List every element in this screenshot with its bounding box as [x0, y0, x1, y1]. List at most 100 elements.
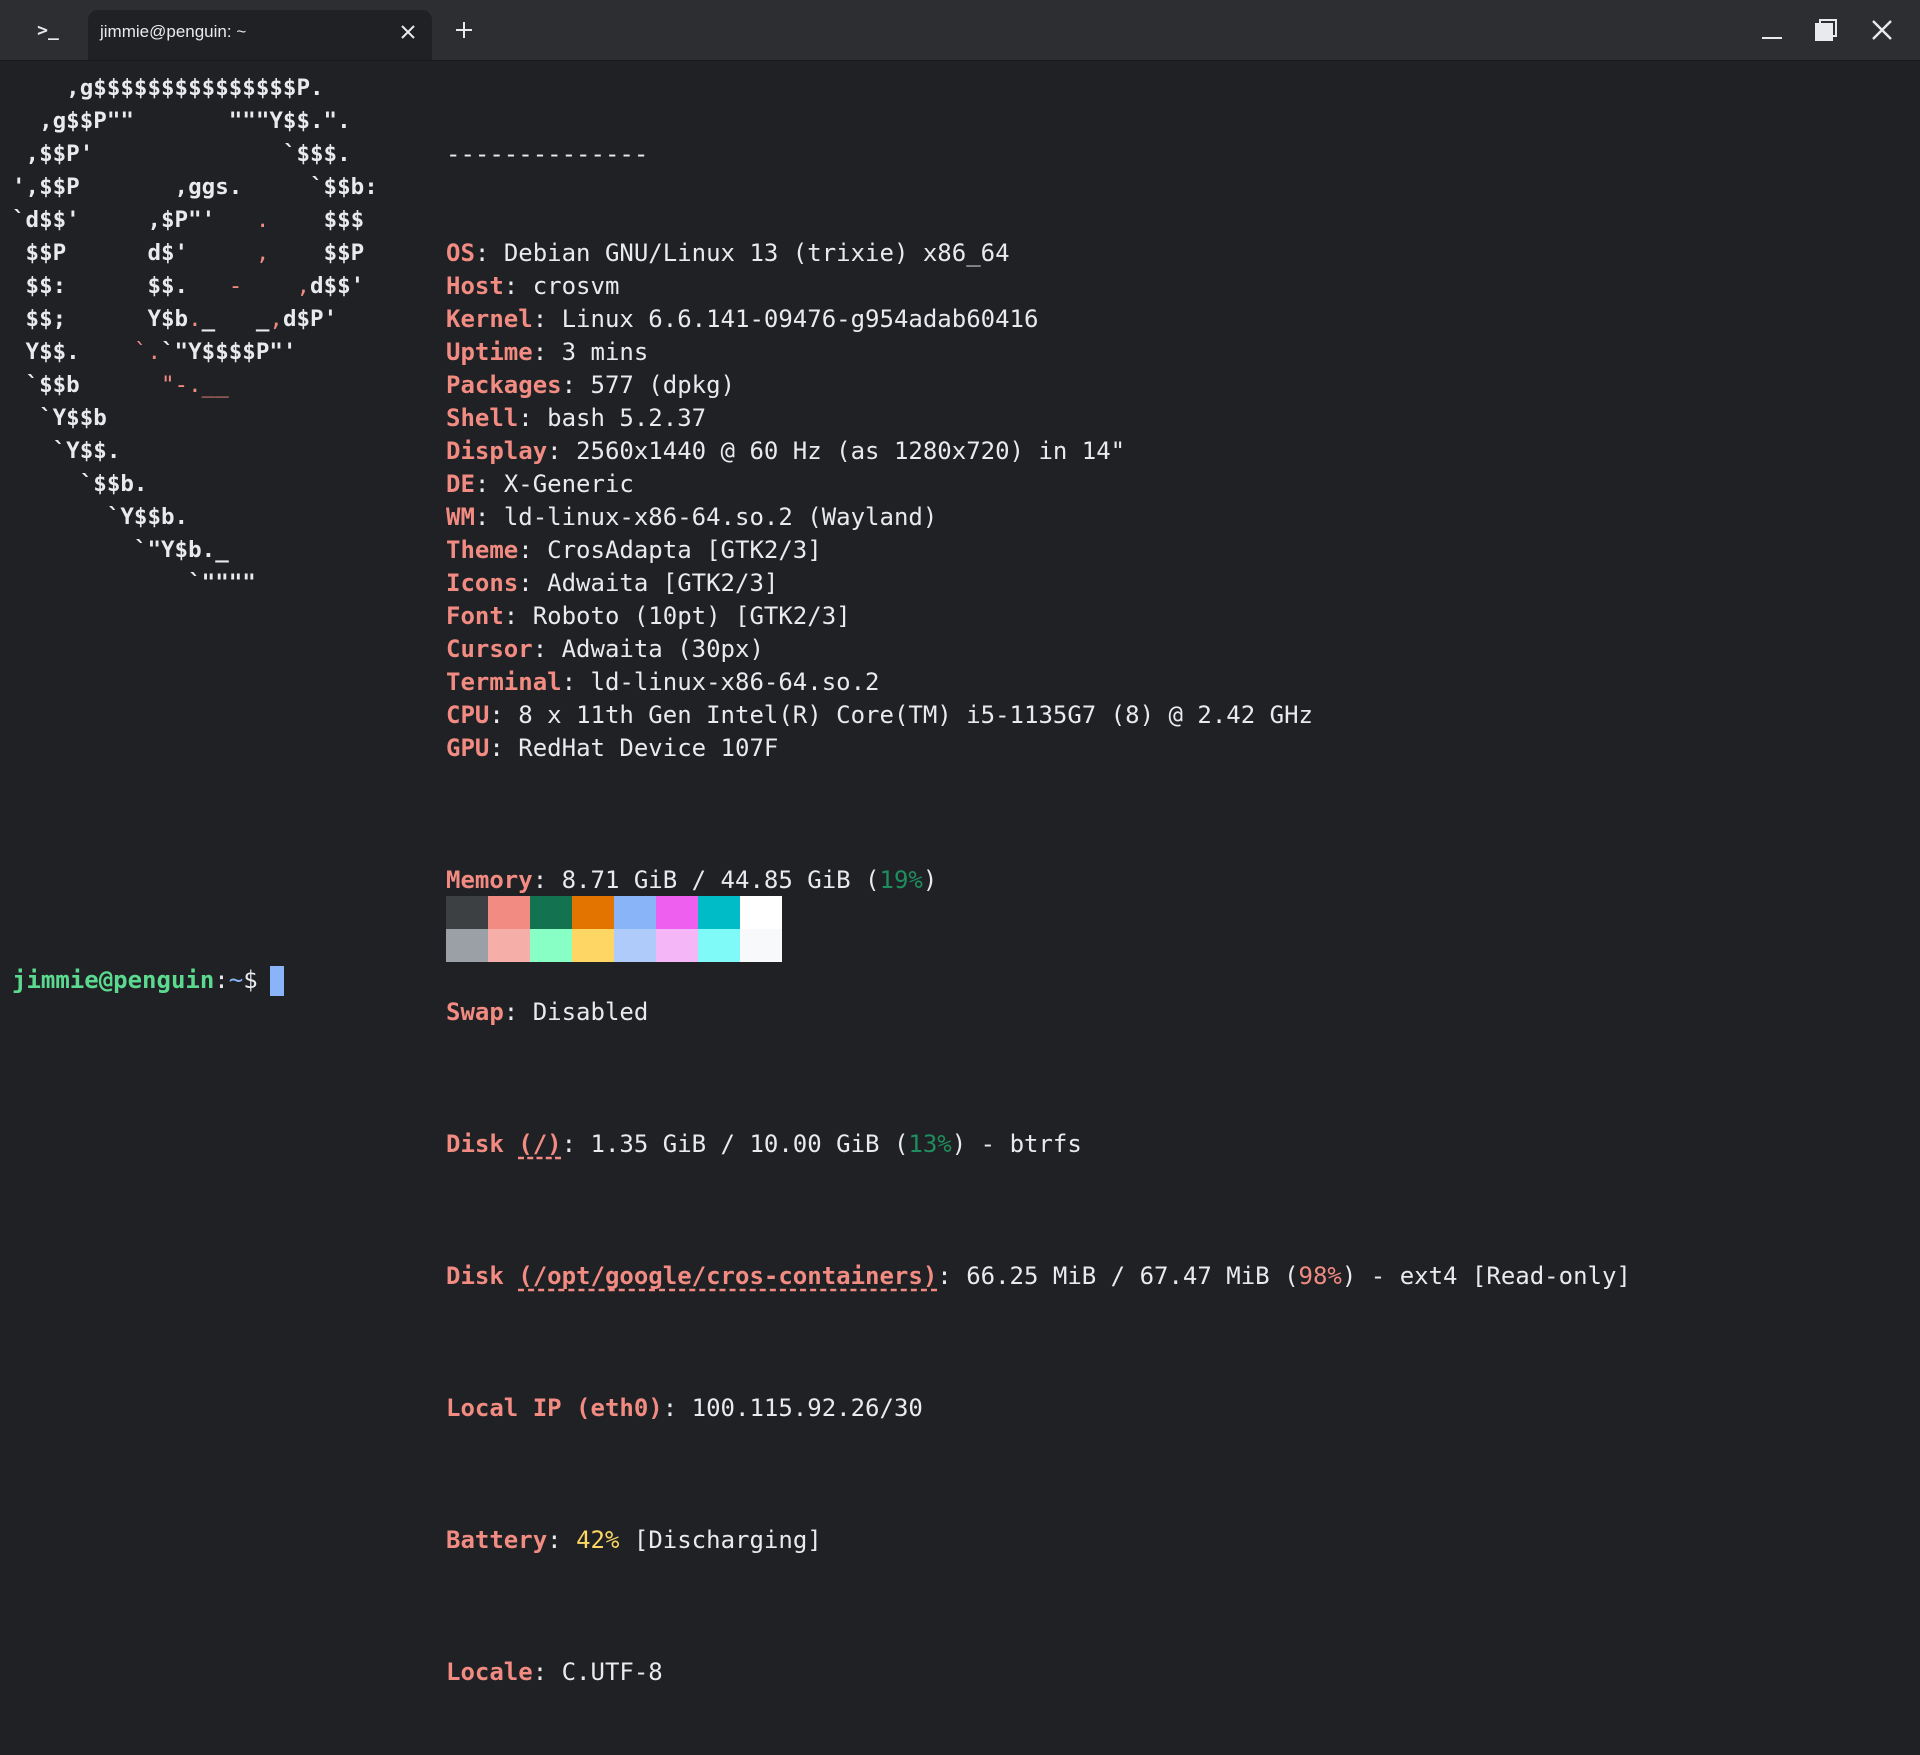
prompt-symbol: $	[243, 966, 258, 994]
logo-line: Y$$. `.`"Y$$$$P"'	[12, 339, 297, 365]
info-row-cursor: Cursor: Adwaita (30px)	[446, 635, 764, 663]
info-label: Uptime	[446, 338, 533, 366]
logo-line: `Y$$b.	[12, 504, 189, 530]
debian-ascii-logo: ,g$$$$$$$$$$$$$$$P. ,g$$P"" """Y$$.". ,$…	[12, 72, 378, 600]
info-row-battery: Battery: 42% [Discharging]	[446, 1526, 822, 1554]
info-row-disk-cros: Disk (/opt/google/cros-containers): 66.2…	[446, 1262, 1631, 1290]
color-swatch	[488, 896, 530, 929]
info-row-memory: Memory: 8.71 GiB / 44.85 GiB (19%)	[446, 866, 938, 894]
info-row-local-ip: Local IP (eth0): 100.115.92.26/30	[446, 1394, 923, 1422]
close-window-icon[interactable]	[1866, 14, 1898, 46]
info-value: crosvm	[532, 272, 620, 300]
info-value: 3 mins	[561, 338, 649, 366]
info-value: ld-linux-x86-64.so.2	[590, 668, 880, 696]
color-swatch	[572, 896, 614, 929]
info-value: ld-linux-x86-64.so.2 (Wayland)	[503, 503, 938, 531]
info-row-wm: WM: ld-linux-x86-64.so.2 (Wayland)	[446, 503, 938, 531]
title-bar: >_ jimmie@penguin: ~	[0, 0, 1920, 61]
info-value: 577 (dpkg)	[590, 371, 736, 399]
info-label: Shell	[446, 404, 519, 432]
info-label: GPU	[446, 734, 490, 762]
info-row-locale: Locale: C.UTF-8	[446, 1658, 663, 1686]
info-row-disk-root: Disk (/): 1.35 GiB / 10.00 GiB (13%) - b…	[446, 1130, 1082, 1158]
logo-line: `$$b.	[12, 471, 148, 497]
info-row-packages: Packages: 577 (dpkg)	[446, 371, 736, 399]
shell-prompt[interactable]: jimmie@penguin:~$	[12, 962, 284, 998]
info-label: Terminal	[446, 668, 562, 696]
terminal-tab[interactable]: jimmie@penguin: ~	[88, 10, 432, 60]
memory-percent: 19%	[879, 866, 923, 894]
info-row-kernel: Kernel: Linux 6.6.141-09476-g954adab6041…	[446, 305, 1039, 333]
info-label: CPU	[446, 701, 490, 729]
new-tab-plus-icon[interactable]	[450, 16, 478, 44]
color-swatch	[698, 896, 740, 929]
color-swatch	[488, 929, 530, 962]
info-label: DE	[446, 470, 475, 498]
battery-percent: 42%	[576, 1526, 620, 1554]
info-row-uptime: Uptime: 3 mins	[446, 338, 649, 366]
minimize-icon[interactable]	[1756, 14, 1788, 46]
color-swatch	[740, 929, 782, 962]
color-swatch	[656, 896, 698, 929]
info-row-cpu: CPU: 8 x 11th Gen Intel(R) Core(TM) i5-1…	[446, 701, 1313, 729]
info-label: WM	[446, 503, 475, 531]
info-row-os: OS: Debian GNU/Linux 13 (trixie) x86_64	[446, 239, 1010, 267]
info-row-de: DE: X-Generic	[446, 470, 634, 498]
color-palette	[446, 896, 782, 962]
disk-root-percent: 13%	[908, 1130, 952, 1158]
logo-line: $$P d$' , $$P	[12, 240, 365, 266]
prompt-path: ~	[228, 966, 244, 994]
info-row-theme: Theme: CrosAdapta [GTK2/3]	[446, 536, 822, 564]
restore-window-icon[interactable]	[1810, 14, 1842, 46]
logo-line: `$$b "-.__	[12, 372, 229, 398]
info-label: Kernel	[446, 305, 533, 333]
info-row-shell: Shell: bash 5.2.37	[446, 404, 707, 432]
logo-line: ',$$P ,ggs. `$$b:	[12, 174, 378, 200]
terminal-app-icon[interactable]: >_	[28, 14, 68, 48]
text-cursor	[269, 966, 284, 996]
info-value: Roboto (10pt) [GTK2/3]	[532, 602, 851, 630]
close-tab-icon[interactable]	[396, 20, 420, 44]
logo-line: ,g$$P"" """Y$$.".	[12, 108, 351, 134]
info-label: OS	[446, 239, 475, 267]
info-value: RedHat Device 107F	[518, 734, 779, 762]
disk-root-mount-link[interactable]: (/)	[518, 1130, 561, 1158]
info-label: Icons	[446, 569, 519, 597]
color-swatch	[656, 929, 698, 962]
color-swatch	[572, 929, 614, 962]
logo-line: $$: $$. - ,d$$'	[12, 273, 365, 299]
color-swatch	[530, 896, 572, 929]
logo-line: ,g$$$$$$$$$$$$$$$P.	[12, 75, 324, 101]
info-row-icons: Icons: Adwaita [GTK2/3]	[446, 569, 779, 597]
info-row-host: Host: crosvm	[446, 272, 620, 300]
info-value: 8 x 11th Gen Intel(R) Core(TM) i5-1135G7…	[518, 701, 1313, 729]
color-swatch	[698, 929, 740, 962]
info-label: Packages	[446, 371, 562, 399]
info-row-swap: Swap: Disabled	[446, 998, 649, 1026]
info-row-terminal: Terminal: ld-linux-x86-64.so.2	[446, 668, 880, 696]
color-swatch	[614, 929, 656, 962]
logo-line: `Y$$b	[12, 405, 107, 431]
info-label: Display	[446, 437, 548, 465]
info-value: Adwaita [GTK2/3]	[547, 569, 779, 597]
color-swatch	[614, 896, 656, 929]
logo-line: `Y$$.	[12, 438, 121, 464]
info-label: Theme	[446, 536, 519, 564]
logo-line: `d$$' ,$P"' . $$$	[12, 207, 365, 233]
info-value: Adwaita (30px)	[561, 635, 764, 663]
info-row-display: Display: 2560x1440 @ 60 Hz (as 1280x720)…	[446, 437, 1126, 465]
info-label: Host	[446, 272, 504, 300]
color-swatch	[446, 896, 488, 929]
info-label: Cursor	[446, 635, 533, 663]
prompt-user-host: jimmie@penguin	[12, 966, 215, 994]
logo-line: `""""	[12, 570, 256, 596]
info-value: 2560x1440 @ 60 Hz (as 1280x720) in 14"	[576, 437, 1126, 465]
terminal-output[interactable]: ,g$$$$$$$$$$$$$$$P. ,g$$P"" """Y$$.". ,$…	[0, 60, 1920, 1686]
info-value: Linux 6.6.141-09476-g954adab60416	[561, 305, 1039, 333]
info-row-font: Font: Roboto (10pt) [GTK2/3]	[446, 602, 851, 630]
logo-line: $$; Y$b._ _,d$P'	[12, 306, 338, 332]
info-value: bash 5.2.37	[547, 404, 707, 432]
info-value: Debian GNU/Linux 13 (trixie) x86_64	[503, 239, 1010, 267]
disk-cros-mount-link[interactable]: (/opt/google/cros-containers)	[518, 1262, 937, 1290]
info-row-gpu: GPU: RedHat Device 107F	[446, 734, 779, 762]
